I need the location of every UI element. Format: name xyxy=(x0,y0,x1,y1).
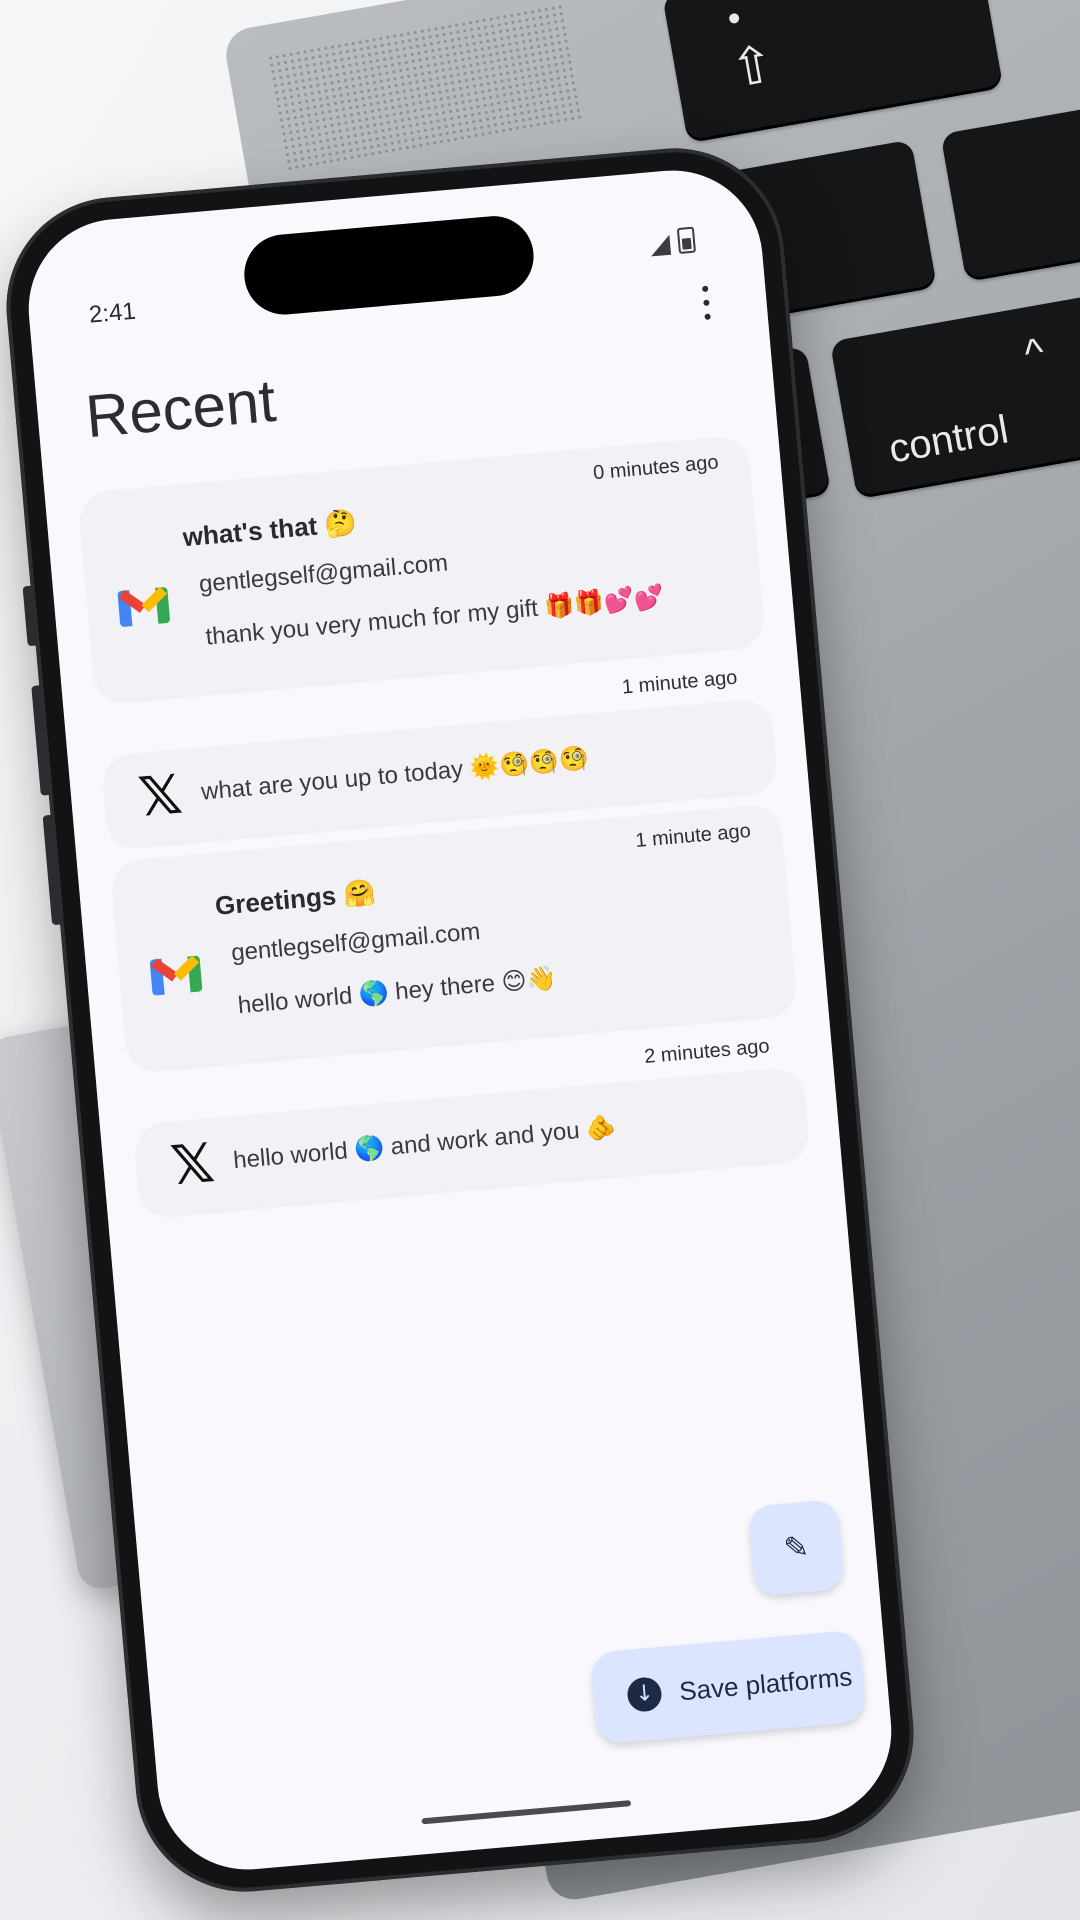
save-platforms-button[interactable]: ↓ Save platforms xyxy=(589,1629,867,1745)
list-item[interactable]: 1 minute ago Greetings 🤗 gentlegself@gma… xyxy=(110,803,797,1072)
gmail-icon xyxy=(149,947,203,1001)
download-icon: ↓ xyxy=(626,1676,663,1713)
phone-side-button xyxy=(22,585,37,647)
caps-lock-indicator xyxy=(728,12,740,25)
signal-icon xyxy=(649,234,672,257)
control-key: ^ control xyxy=(829,286,1080,500)
shift-key: ⇧ xyxy=(662,0,1004,144)
item-subject: Greetings 🤗 xyxy=(213,876,377,921)
home-indicator[interactable] xyxy=(421,1800,632,1825)
more-vert-icon[interactable] xyxy=(701,285,712,321)
x-icon: 𝕏 xyxy=(168,1131,217,1198)
gmail-icon xyxy=(117,578,171,632)
status-time: 2:41 xyxy=(87,297,137,329)
dynamic-island xyxy=(241,212,537,318)
battery-icon xyxy=(676,226,697,254)
item-body: thank you very much for my gift 🎁🎁💕💕 xyxy=(204,583,665,651)
page-title: Recent xyxy=(83,366,279,451)
caret-up-icon: ^ xyxy=(1021,330,1048,377)
speaker-grille xyxy=(266,3,583,174)
save-platforms-label: Save platforms xyxy=(678,1660,854,1706)
recent-list: 0 minutes ago what's that 🤔 gentlegself@… xyxy=(78,434,811,1231)
phone-side-button xyxy=(42,814,62,926)
shift-icon: ⇧ xyxy=(726,34,780,100)
status-icons xyxy=(649,226,697,257)
item-time: 1 minute ago xyxy=(634,819,752,852)
item-body: hello world 🌎 hey there 😊👋 xyxy=(236,964,558,1020)
control-key-label: control xyxy=(885,407,1012,472)
list-item[interactable]: 0 minutes ago what's that 🤔 gentlegself@… xyxy=(78,434,765,703)
item-time: 0 minutes ago xyxy=(592,451,720,485)
edit-button[interactable]: ✎ xyxy=(747,1498,846,1597)
phone-side-button xyxy=(31,685,50,796)
item-sender: gentlegself@gmail.com xyxy=(197,549,450,599)
keyboard-key xyxy=(940,99,1080,283)
item-subject: what's that 🤔 xyxy=(181,507,358,553)
pencil-icon: ✎ xyxy=(782,1530,811,1566)
item-body: what are you up to today 🌞🧐🧐🧐 xyxy=(199,744,590,806)
app-screen: 2:41 Recent 0 minutes ago what's that 🤔 … xyxy=(21,163,899,1877)
x-icon: 𝕏 xyxy=(135,762,185,830)
item-sender: gentlegself@gmail.com xyxy=(230,917,482,967)
item-body: hello world 🌎 and work and you 🫵 xyxy=(232,1113,618,1175)
phone-device: 2:41 Recent 0 minutes ago what's that 🤔 … xyxy=(0,139,923,1901)
